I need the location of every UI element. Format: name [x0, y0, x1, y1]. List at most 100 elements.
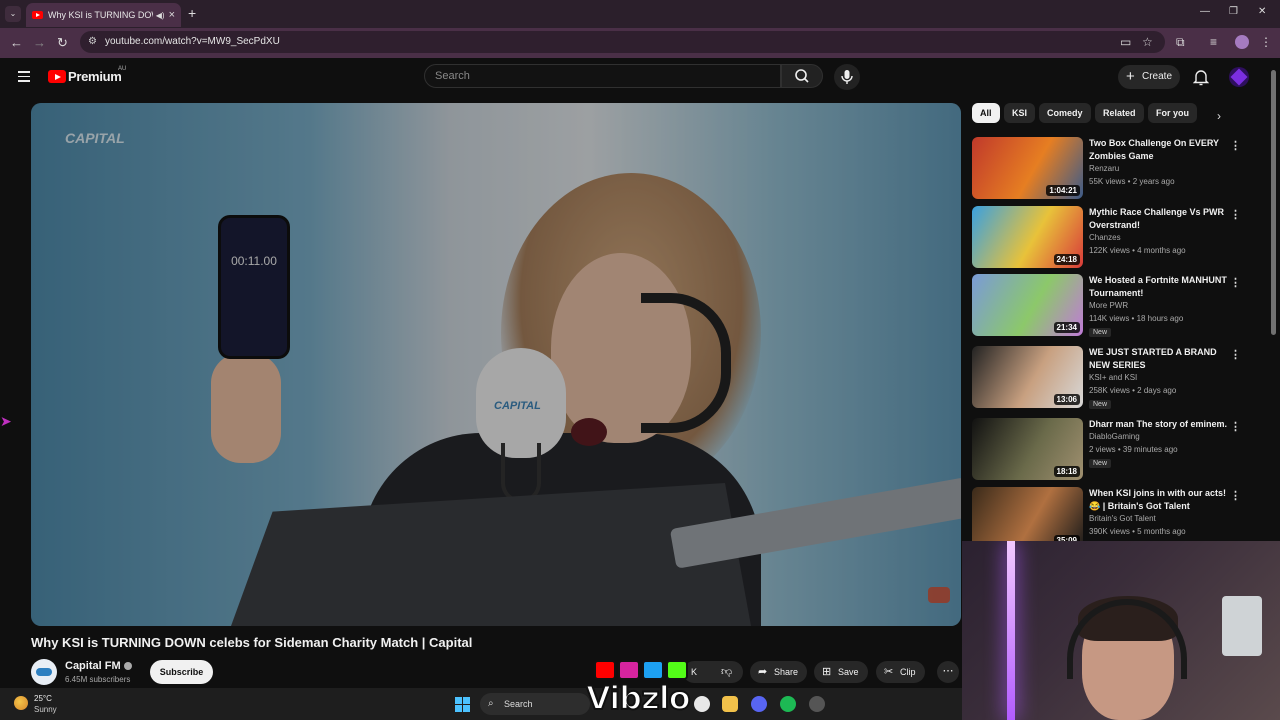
- notifications-button[interactable]: [1192, 68, 1210, 91]
- weather-sun-icon[interactable]: [14, 696, 28, 710]
- reload-icon[interactable]: ↻: [57, 35, 68, 51]
- recommendation-channel[interactable]: DiabloGaming: [1089, 432, 1140, 441]
- recommendation-item[interactable]: 35:09When KSI joins in with our acts! 😂 …: [972, 487, 1252, 549]
- like-button[interactable]: K 👎︎: [683, 661, 743, 683]
- recommendation-title[interactable]: WE JUST STARTED A BRAND NEW SERIES: [1089, 346, 1229, 372]
- bookmark-star-icon[interactable]: ☆: [1142, 35, 1153, 49]
- recommendation-meta: 55K views • 2 years ago: [1089, 177, 1175, 186]
- youtube-logo[interactable]: Premium AU: [48, 66, 126, 84]
- search-input[interactable]: Search: [424, 64, 781, 88]
- menu-icon[interactable]: [18, 71, 30, 85]
- recommendation-title[interactable]: Mythic Race Challenge Vs PWR Overstrand!: [1089, 206, 1229, 232]
- recommendation-thumbnail[interactable]: 24:18: [972, 206, 1083, 268]
- recommendation-title[interactable]: When KSI joins in with our acts! 😂 | Bri…: [1089, 487, 1229, 513]
- clip-button[interactable]: ✂ Clip: [876, 661, 925, 683]
- share-label: Share: [774, 667, 799, 677]
- new-badge: New: [1089, 328, 1112, 337]
- extensions-icon[interactable]: ⧉: [1176, 35, 1185, 50]
- new-badge: New: [1089, 459, 1112, 468]
- youtube-header: Premium AU Search + Create: [0, 58, 1280, 98]
- recommendation-item[interactable]: 13:06 WE JUST STARTED A BRAND NEW SERIES K…: [972, 346, 1252, 409]
- more-actions-button[interactable]: ⋯: [937, 661, 959, 683]
- recommendation-channel[interactable]: More PWR: [1089, 301, 1128, 310]
- audio-playing-icon[interactable]: ◀): [156, 11, 165, 20]
- recommendation-title[interactable]: We Hosted a Fortnite MANHUNT Tournament!: [1089, 274, 1229, 300]
- recommendation-title[interactable]: Two Box Challenge On EVERY Zombies Game: [1089, 137, 1229, 163]
- streamer-webcam: [962, 541, 1280, 720]
- more-options-icon[interactable]: ⋮: [1230, 420, 1241, 433]
- chevron-right-icon[interactable]: ›: [1217, 109, 1221, 123]
- subscribe-button[interactable]: Subscribe: [150, 660, 213, 684]
- more-options-icon[interactable]: ⋮: [1230, 348, 1241, 361]
- new-tab-icon[interactable]: +: [188, 5, 196, 21]
- app-icon[interactable]: [809, 696, 825, 712]
- recommendation-item[interactable]: 1:04:21 Two Box Challenge On EVERY Zombie…: [972, 137, 1252, 199]
- recommendation-channel[interactable]: KSI+ and KSI: [1089, 373, 1137, 382]
- chip-ksi[interactable]: KSI: [1004, 103, 1036, 123]
- video-title: Why KSI is TURNING DOWN celebs for Sidem…: [31, 635, 473, 650]
- neon-light: [1007, 541, 1015, 720]
- clip-label: Clip: [900, 667, 916, 677]
- more-options-icon[interactable]: ⋮: [1230, 489, 1241, 502]
- chrome-icon[interactable]: [694, 696, 710, 712]
- recommendation-thumbnail[interactable]: 21:34: [972, 274, 1083, 336]
- close-tab-icon[interactable]: ×: [169, 9, 175, 21]
- browser-menu-icon[interactable]: ⋮: [1260, 35, 1272, 49]
- more-options-icon[interactable]: ⋮: [1230, 208, 1241, 221]
- browser-profile-avatar[interactable]: [1235, 35, 1249, 49]
- discord-icon[interactable]: [751, 696, 767, 712]
- page-scrollbar[interactable]: [1271, 70, 1276, 335]
- search-button[interactable]: [781, 64, 823, 88]
- file-explorer-icon[interactable]: [722, 696, 738, 712]
- recommendation-title[interactable]: Dharr man The story of eminem.: [1089, 418, 1229, 431]
- recommendation-thumbnail[interactable]: 1:04:21: [972, 137, 1083, 199]
- tab-search-icon[interactable]: ⌄: [5, 6, 21, 22]
- recommendation-item[interactable]: 18:18 Dharr man The story of eminem. Diabl…: [972, 418, 1252, 480]
- recommendation-channel[interactable]: Chanzes: [1089, 233, 1121, 242]
- recommendation-channel[interactable]: Renzaru: [1089, 164, 1119, 173]
- recommendation-thumbnail[interactable]: 13:06: [972, 346, 1083, 408]
- recommendation-item[interactable]: 21:34 We Hosted a Fortnite MANHUNT Tourna…: [972, 274, 1252, 337]
- recommendation-meta: 390K views • 5 months ago: [1089, 527, 1186, 536]
- channel-name[interactable]: Capital FM: [65, 660, 132, 672]
- spotify-icon[interactable]: [780, 696, 796, 712]
- video-duration: 1:04:21: [1046, 185, 1080, 196]
- more-options-icon[interactable]: ⋮: [1230, 276, 1241, 289]
- chip-comedy[interactable]: Comedy: [1039, 103, 1091, 123]
- weather-temperature: 25°C: [34, 694, 52, 703]
- recommendation-channel[interactable]: Britain's Got Talent: [1089, 514, 1156, 523]
- reading-list-icon[interactable]: ≡: [1210, 35, 1217, 49]
- chip-for-you[interactable]: For you: [1148, 103, 1197, 123]
- close-window-icon[interactable]: ✕: [1258, 6, 1266, 17]
- address-bar[interactable]: ⚙ youtube.com/watch?v=MW9_SecPdXU: [80, 31, 1165, 53]
- forward-icon[interactable]: →: [33, 35, 46, 50]
- chip-all[interactable]: All: [972, 103, 1000, 123]
- save-button[interactable]: ⊞ Save: [814, 661, 868, 683]
- account-avatar[interactable]: [1229, 67, 1249, 87]
- back-icon[interactable]: ←: [10, 35, 23, 50]
- windows-start-icon[interactable]: [455, 697, 470, 712]
- minimize-icon[interactable]: —: [1200, 6, 1210, 17]
- video-player[interactable]: CAPITAL CAPITAL 00:11.00: [31, 103, 961, 626]
- save-icon: ⊞: [822, 666, 832, 678]
- dislike-icon[interactable]: 👎︎: [721, 661, 732, 683]
- create-button[interactable]: + Create: [1118, 65, 1180, 89]
- share-button[interactable]: ➦ Share: [750, 661, 808, 683]
- instagram-icon: [618, 660, 640, 680]
- browser-tab[interactable]: Why KSI is TURNING DOWN ◀) ×: [26, 3, 181, 27]
- maximize-icon[interactable]: ❐: [1229, 6, 1238, 17]
- share-icon: ➦: [758, 666, 768, 678]
- voice-search-button[interactable]: [834, 64, 860, 90]
- more-options-icon[interactable]: ⋮: [1230, 139, 1241, 152]
- video-duration: 21:34: [1053, 322, 1080, 333]
- twitter-icon: [642, 660, 664, 680]
- channel-avatar[interactable]: [31, 659, 57, 685]
- taskbar-search[interactable]: ⌕ Search: [480, 693, 590, 715]
- recommendation-item[interactable]: 24:18 Mythic Race Challenge Vs PWR Overst…: [972, 206, 1252, 268]
- recommendation-thumbnail[interactable]: 35:09: [972, 487, 1083, 549]
- recommendation-thumbnail[interactable]: 18:18: [972, 418, 1083, 480]
- cast-icon[interactable]: ▭: [1120, 35, 1131, 49]
- chip-related[interactable]: Related: [1095, 103, 1144, 123]
- scissors-icon: ✂: [884, 666, 894, 678]
- site-info-icon[interactable]: ⚙: [88, 31, 97, 53]
